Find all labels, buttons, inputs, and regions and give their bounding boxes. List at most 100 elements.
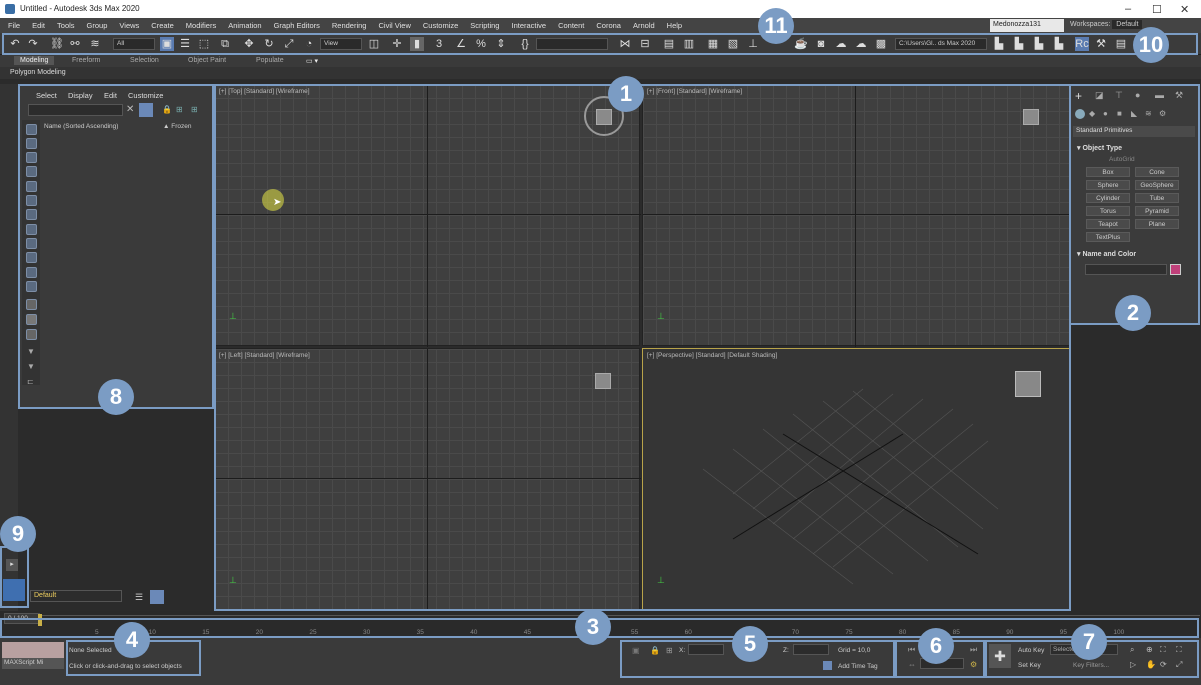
viewport-layout-button[interactable] — [3, 579, 25, 601]
menu-animation[interactable]: Animation — [222, 18, 267, 33]
named-selection-icon[interactable]: {} — [518, 37, 532, 51]
cylinder-button[interactable]: Cylinder — [1086, 193, 1130, 203]
time-tag-icon[interactable] — [823, 661, 832, 670]
explorer-search-input[interactable] — [28, 104, 123, 116]
snaps-icon[interactable]: 3 — [432, 37, 446, 51]
percent-snap-icon[interactable]: % — [474, 37, 488, 51]
viewport-perspective[interactable]: [+] [Perspective] [Standard] [Default Sh… — [642, 348, 1071, 611]
zoom-extents-icon[interactable]: ⛶ — [1160, 645, 1166, 655]
track-bar[interactable] — [40, 615, 1200, 627]
hierarchy-icon[interactable]: ⊞ — [176, 105, 183, 114]
pyramid-button[interactable]: Pyramid — [1135, 206, 1179, 216]
absolute-mode-icon[interactable]: ⊞ — [666, 646, 673, 655]
pivot-icon[interactable]: ◫ — [367, 37, 381, 51]
motion-tab-icon[interactable]: ● — [1135, 90, 1140, 100]
bind-spacewarp-icon[interactable]: ≋ — [88, 37, 102, 51]
viewcube-persp-icon[interactable] — [1015, 371, 1041, 397]
object-type-header[interactable]: ▾ Object Type — [1077, 144, 1122, 152]
user-account[interactable]: Medonozza131 — [990, 19, 1064, 32]
menu-tools[interactable]: Tools — [51, 18, 81, 33]
select-manipulate-icon[interactable]: ✛ — [390, 37, 404, 51]
viewport-left-label[interactable]: [+] [Left] [Standard] [Wireframe] — [219, 352, 310, 359]
render-setup-icon[interactable]: ☕ — [794, 37, 808, 51]
go-to-end-icon[interactable]: ⏭ — [970, 645, 977, 655]
viewport-front[interactable]: [+] [Front] [Standard] [Wireframe] ⊥ — [642, 84, 1072, 347]
set-key-button[interactable]: Set Key — [1018, 662, 1041, 669]
geosphere-button[interactable]: GeoSphere — [1135, 180, 1179, 190]
geometry-icon[interactable] — [1075, 109, 1085, 119]
display-none-icon[interactable] — [26, 314, 37, 325]
tab-selection[interactable]: Selection — [124, 56, 165, 65]
maximize-viewport-icon[interactable]: ⤢ — [1176, 660, 1182, 670]
time-config-icon[interactable]: ⚙ — [970, 660, 977, 669]
align-icon[interactable]: ⊟ — [638, 37, 652, 51]
filter-lights-icon[interactable] — [26, 152, 37, 163]
panel-icon[interactable]: ▤ — [1114, 37, 1128, 51]
filter-groups-icon[interactable] — [26, 209, 37, 220]
helpers-icon[interactable]: ◣ — [1131, 109, 1137, 118]
spinner-snap-icon[interactable]: ⇕ — [494, 37, 508, 51]
auto-key-button[interactable]: Auto Key — [1018, 647, 1044, 654]
orbit-icon[interactable]: ⟳ — [1160, 660, 1167, 669]
tab-populate[interactable]: Populate — [250, 56, 290, 65]
viewport-top-label[interactable]: [+] [Top] [Standard] [Wireframe] — [219, 88, 310, 95]
frame-indicator[interactable]: 0 / 100 — [4, 613, 40, 624]
window-crossing-icon[interactable]: ⧉ — [218, 37, 232, 51]
go-to-start-icon[interactable]: ⏮ — [908, 645, 915, 655]
viewport-front-label[interactable]: [+] [Front] [Standard] [Wireframe] — [647, 88, 742, 95]
menu-civil-view[interactable]: Civil View — [372, 18, 416, 33]
zoom-icon[interactable]: ⌕ — [1130, 645, 1134, 655]
layer-explorer-button[interactable] — [150, 590, 164, 604]
menu-graph-editors[interactable]: Graph Editors — [268, 18, 326, 33]
render-icon[interactable]: ☁ — [834, 37, 848, 51]
explorer-menu-customize[interactable]: Customize — [128, 91, 163, 100]
render-frame-icon[interactable]: ◙ — [814, 37, 828, 51]
filter-spacewarps-icon[interactable] — [26, 195, 37, 206]
menu-help[interactable]: Help — [661, 18, 688, 33]
modify-tab-icon[interactable]: ◪ — [1095, 90, 1104, 101]
project-folder-icon[interactable]: ▙ — [992, 37, 1006, 51]
layer-explorer-icon[interactable]: ▤ — [662, 37, 676, 51]
invert-icon[interactable] — [26, 329, 37, 340]
object-color-swatch[interactable] — [1170, 264, 1181, 275]
fov-icon[interactable]: ▷ — [1130, 660, 1136, 669]
viewcube-icon[interactable] — [596, 109, 612, 125]
funnel-icon[interactable]: ▼ — [27, 347, 35, 356]
workspaces-dropdown[interactable]: Default — [1112, 20, 1143, 29]
mirror-icon[interactable]: ⋈ — [618, 37, 632, 51]
add-time-tag[interactable]: Add Time Tag — [838, 663, 878, 670]
name-color-header[interactable]: ▾ Name and Color — [1077, 250, 1136, 258]
set-key-big-icon[interactable]: ✚ — [989, 644, 1011, 668]
keyboard-shortcut-icon[interactable]: ▮ — [410, 37, 424, 51]
filter-xrefs-icon[interactable] — [26, 224, 37, 235]
create-project-icon[interactable]: ▙ — [1032, 37, 1046, 51]
viewport-left[interactable]: [+] [Left] [Standard] [Wireframe] ⊥ — [214, 348, 641, 612]
select-by-name-icon[interactable]: ☰ — [178, 37, 192, 51]
open-project-icon[interactable]: ▙ — [1012, 37, 1026, 51]
menu-corona[interactable]: Corona — [590, 18, 627, 33]
menu-modifiers[interactable]: Modifiers — [180, 18, 222, 33]
col-name-header[interactable]: Name (Sorted Ascending) — [44, 123, 118, 130]
menu-group[interactable]: Group — [81, 18, 114, 33]
display-all-icon[interactable] — [26, 299, 37, 310]
menu-create[interactable]: Create — [145, 18, 180, 33]
zoom-all-icon[interactable]: ⊕ — [1146, 645, 1153, 654]
set-project-icon[interactable]: ▙ — [1052, 37, 1066, 51]
zoom-extents-all-icon[interactable]: ⛶ — [1176, 645, 1182, 655]
explorer-menu-edit[interactable]: Edit — [104, 91, 117, 100]
funnel2-icon[interactable]: ▼ — [27, 362, 35, 371]
filter-frozen-icon[interactable] — [26, 267, 37, 278]
link-icon[interactable]: ⛓ — [50, 37, 64, 51]
tools-icon[interactable]: ⚒ — [1094, 37, 1108, 51]
rotate-icon[interactable]: ↻ — [262, 37, 276, 51]
minimize-button[interactable]: – — [1125, 3, 1131, 15]
lock-selection-icon[interactable]: 🔒 — [650, 646, 660, 655]
pan-icon[interactable]: ✋ — [1146, 660, 1156, 669]
ribbon-options-icon[interactable]: ▭ ▾ — [300, 56, 324, 66]
placement-icon[interactable]: ◔ — [302, 37, 316, 51]
filter-containers-icon[interactable] — [26, 252, 37, 263]
render-cloud-icon[interactable]: ☁ — [854, 37, 868, 51]
material-editor-icon[interactable]: ⊥ — [746, 37, 760, 51]
systems-icon[interactable]: ⚙ — [1159, 109, 1166, 118]
sphere-button[interactable]: Sphere — [1086, 180, 1130, 190]
